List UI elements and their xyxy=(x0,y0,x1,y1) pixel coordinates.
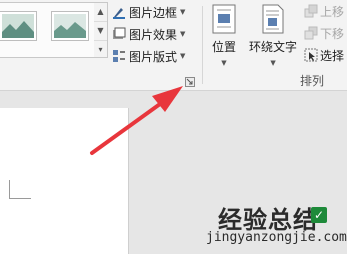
watermark-url: jingyanzongjie.com xyxy=(206,230,347,245)
checkmark-icon: ✓ xyxy=(311,207,327,223)
